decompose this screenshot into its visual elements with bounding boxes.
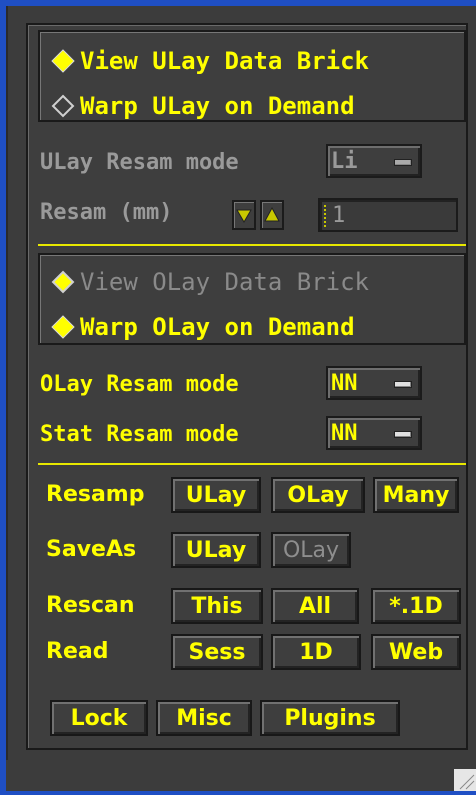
saveas-label: SaveAs bbox=[46, 537, 137, 562]
radio-unselected-icon bbox=[50, 269, 76, 295]
ulay-resam-mode-value: Li bbox=[331, 148, 358, 174]
resam-mm-input[interactable]: 1 bbox=[318, 198, 458, 232]
resam-decrement-button[interactable] bbox=[232, 200, 256, 230]
olay-resam-mode-label: OLay Resam mode bbox=[40, 372, 239, 397]
option-menu-icon bbox=[394, 159, 412, 166]
resamp-many-button[interactable]: Many bbox=[373, 477, 459, 513]
arrow-up-icon bbox=[264, 206, 280, 222]
read-sess-button[interactable]: Sess bbox=[171, 634, 263, 670]
read-web-button[interactable]: Web bbox=[371, 634, 461, 670]
text-caret bbox=[324, 205, 328, 227]
stat-resam-mode-menu[interactable]: NN bbox=[326, 416, 422, 450]
status-strip bbox=[6, 760, 476, 791]
misc-button[interactable]: Misc bbox=[156, 700, 252, 736]
view-olay-data-brick-option[interactable]: View OLay Data Brick bbox=[50, 265, 369, 299]
warp-olay-on-demand-option[interactable]: Warp OLay on Demand bbox=[50, 310, 355, 344]
olay-resam-mode-value: NN bbox=[331, 370, 358, 396]
separator-line bbox=[38, 244, 466, 246]
resam-increment-button[interactable] bbox=[260, 200, 284, 230]
resam-mm-value: 1 bbox=[332, 202, 346, 228]
rescan-label: Rescan bbox=[46, 593, 135, 618]
stat-resam-mode-value: NN bbox=[331, 420, 358, 446]
resamp-ulay-button[interactable]: ULay bbox=[171, 477, 261, 513]
olay-mode-radio-group: View OLay Data Brick Warp OLay on Demand bbox=[38, 253, 466, 345]
saveas-olay-button[interactable]: OLay bbox=[271, 532, 351, 568]
warp-ulay-on-demand-label: Warp ULay on Demand bbox=[80, 92, 355, 120]
resize-grip-icon[interactable] bbox=[454, 769, 476, 791]
radio-selected-icon bbox=[50, 314, 76, 340]
radio-unselected-icon bbox=[50, 93, 76, 119]
read-label: Read bbox=[46, 639, 109, 664]
view-ulay-data-brick-label: View ULay Data Brick bbox=[80, 47, 369, 75]
radio-selected-icon bbox=[50, 48, 76, 74]
option-menu-icon bbox=[394, 381, 412, 388]
saveas-ulay-button[interactable]: ULay bbox=[171, 532, 261, 568]
olay-resam-mode-menu[interactable]: NN bbox=[326, 366, 422, 400]
warp-olay-on-demand-label: Warp OLay on Demand bbox=[80, 313, 355, 341]
ulay-mode-radio-group: View ULay Data Brick Warp ULay on Demand bbox=[38, 30, 466, 122]
plugins-button[interactable]: Plugins bbox=[260, 700, 400, 736]
separator-line bbox=[38, 463, 466, 465]
stat-resam-mode-label: Stat Resam mode bbox=[40, 422, 239, 447]
ulay-resam-mode-menu[interactable]: Li bbox=[326, 144, 422, 178]
rescan-all-button[interactable]: All bbox=[271, 588, 359, 624]
resam-mm-label: Resam (mm) bbox=[40, 200, 173, 225]
view-ulay-data-brick-option[interactable]: View ULay Data Brick bbox=[50, 44, 369, 78]
rescan-1d-button[interactable]: *.1D bbox=[371, 588, 461, 624]
resamp-label: Resamp bbox=[46, 482, 145, 507]
resamp-olay-button[interactable]: OLay bbox=[271, 477, 365, 513]
warp-ulay-on-demand-option[interactable]: Warp ULay on Demand bbox=[50, 89, 355, 123]
ulay-resam-mode-label: ULay Resam mode bbox=[40, 150, 239, 175]
arrow-down-icon bbox=[236, 209, 252, 223]
option-menu-icon bbox=[394, 431, 412, 438]
read-1d-button[interactable]: 1D bbox=[271, 634, 361, 670]
rescan-this-button[interactable]: This bbox=[171, 588, 263, 624]
lock-button[interactable]: Lock bbox=[50, 700, 148, 736]
view-olay-data-brick-label: View OLay Data Brick bbox=[80, 268, 369, 296]
